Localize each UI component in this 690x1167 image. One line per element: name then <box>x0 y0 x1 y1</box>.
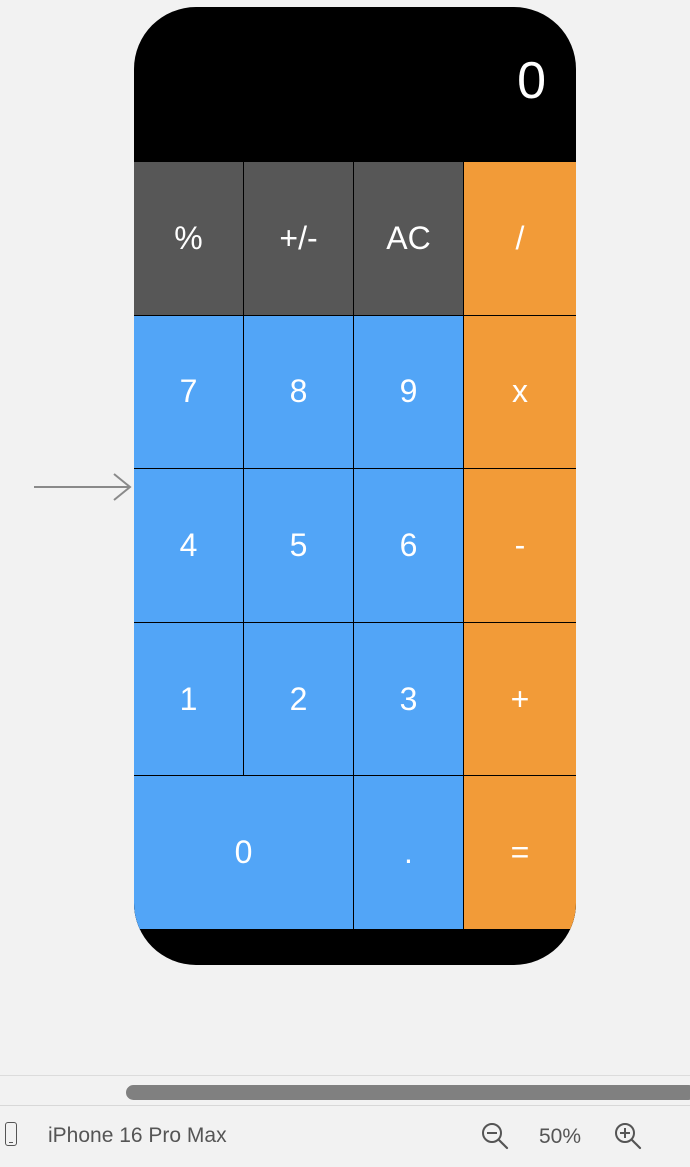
all-clear-button[interactable]: AC <box>354 162 464 316</box>
subtract-button[interactable]: - <box>464 469 576 623</box>
calculator-display: 0 <box>134 7 576 162</box>
digit-8-button[interactable]: 8 <box>244 315 354 470</box>
digit-5-button[interactable]: 5 <box>244 469 354 623</box>
digit-6-button[interactable]: 6 <box>354 469 464 623</box>
digit-0-button[interactable]: 0 <box>134 776 354 930</box>
digit-4-button[interactable]: 4 <box>134 469 244 623</box>
digit-2-button[interactable]: 2 <box>244 622 354 777</box>
zoom-out-icon[interactable] <box>480 1121 510 1151</box>
digit-7-button[interactable]: 7 <box>134 315 244 470</box>
digit-9-button[interactable]: 9 <box>354 315 464 470</box>
keypad: % +/- AC / 7 8 9 x 4 5 6 - 1 2 3 + 0 . = <box>134 162 576 930</box>
multiply-button[interactable]: x <box>464 315 576 470</box>
zoom-level[interactable]: 50% <box>539 1125 581 1149</box>
horizontal-scrollbar[interactable] <box>0 1075 690 1106</box>
percent-button[interactable]: % <box>134 162 244 316</box>
entry-point-arrow-icon <box>34 473 132 501</box>
iphone-frame: 0 % +/- AC / 7 8 9 x 4 5 6 - 1 2 3 + 0 .… <box>134 7 576 965</box>
scrollbar-thumb[interactable] <box>126 1085 690 1100</box>
canvas-bottom-bar: iPhone 16 Pro Max 50% <box>0 1105 690 1167</box>
decimal-button[interactable]: . <box>354 776 464 930</box>
plus-minus-button[interactable]: +/- <box>244 162 354 316</box>
device-selector[interactable]: iPhone 16 Pro Max <box>48 1124 227 1148</box>
digit-1-button[interactable]: 1 <box>134 622 244 777</box>
divide-button[interactable]: / <box>464 162 576 316</box>
equals-button[interactable]: = <box>464 776 576 930</box>
digit-3-button[interactable]: 3 <box>354 622 464 777</box>
zoom-in-icon[interactable] <box>613 1121 643 1151</box>
storyboard-canvas[interactable]: 0 % +/- AC / 7 8 9 x 4 5 6 - 1 2 3 + 0 .… <box>0 0 690 1075</box>
add-button[interactable]: + <box>464 622 576 777</box>
display-value: 0 <box>517 52 546 110</box>
iphone-icon[interactable] <box>5 1122 17 1146</box>
